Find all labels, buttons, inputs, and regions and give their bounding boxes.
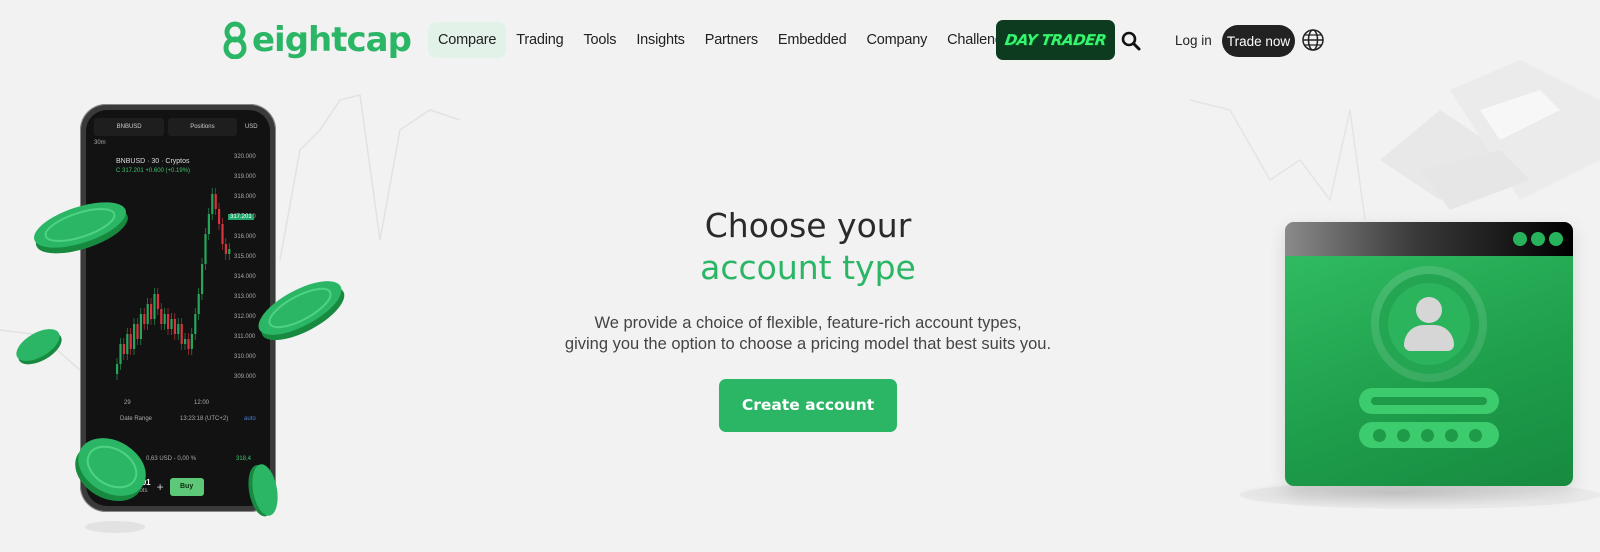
password-field-illustration (1359, 422, 1499, 448)
account-card-illustration (1285, 222, 1573, 486)
menu-item-embedded[interactable]: Embedded (768, 22, 857, 58)
login-link[interactable]: Log in (1175, 30, 1212, 52)
card-window-bar (1285, 222, 1573, 256)
daytrader-button[interactable]: DAY TRADER (996, 20, 1115, 60)
hero-subtitle-line2: giving you the option to choose a pricin… (564, 335, 1052, 353)
user-avatar-icon (1379, 274, 1479, 374)
menu-item-partners[interactable]: Partners (695, 22, 768, 58)
hero-subtitle: We provide a choice of flexible, feature… (500, 313, 1116, 355)
search-icon[interactable] (1120, 30, 1142, 52)
create-account-button[interactable]: Create account (719, 379, 897, 432)
username-field-illustration (1359, 388, 1499, 414)
menu-item-insights[interactable]: Insights (626, 22, 694, 58)
window-dot-icon (1549, 232, 1563, 246)
hero-title-line2: account type (700, 248, 916, 287)
menu-item-trading[interactable]: Trading (506, 22, 573, 58)
menu-item-compare[interactable]: Compare (428, 22, 507, 58)
coin-decoration (16, 202, 345, 533)
hero-title-line1: Choose your (704, 206, 912, 245)
daytrader-label: DAY TRADER (1003, 31, 1108, 49)
window-dot-icon (1531, 232, 1545, 246)
hero-section: Choose your account type We provide a ch… (500, 205, 1116, 432)
menu-item-company[interactable]: Company (856, 22, 937, 58)
hero-subtitle-line1: We provide a choice of flexible, feature… (594, 314, 1022, 332)
window-dot-icon (1513, 232, 1527, 246)
menu-item-tools[interactable]: Tools (573, 22, 626, 58)
globe-icon[interactable] (1301, 28, 1325, 52)
trade-now-button[interactable]: Trade now (1222, 25, 1295, 57)
main-menu: Compare Trading Tools Insights Partners … (428, 22, 1028, 58)
